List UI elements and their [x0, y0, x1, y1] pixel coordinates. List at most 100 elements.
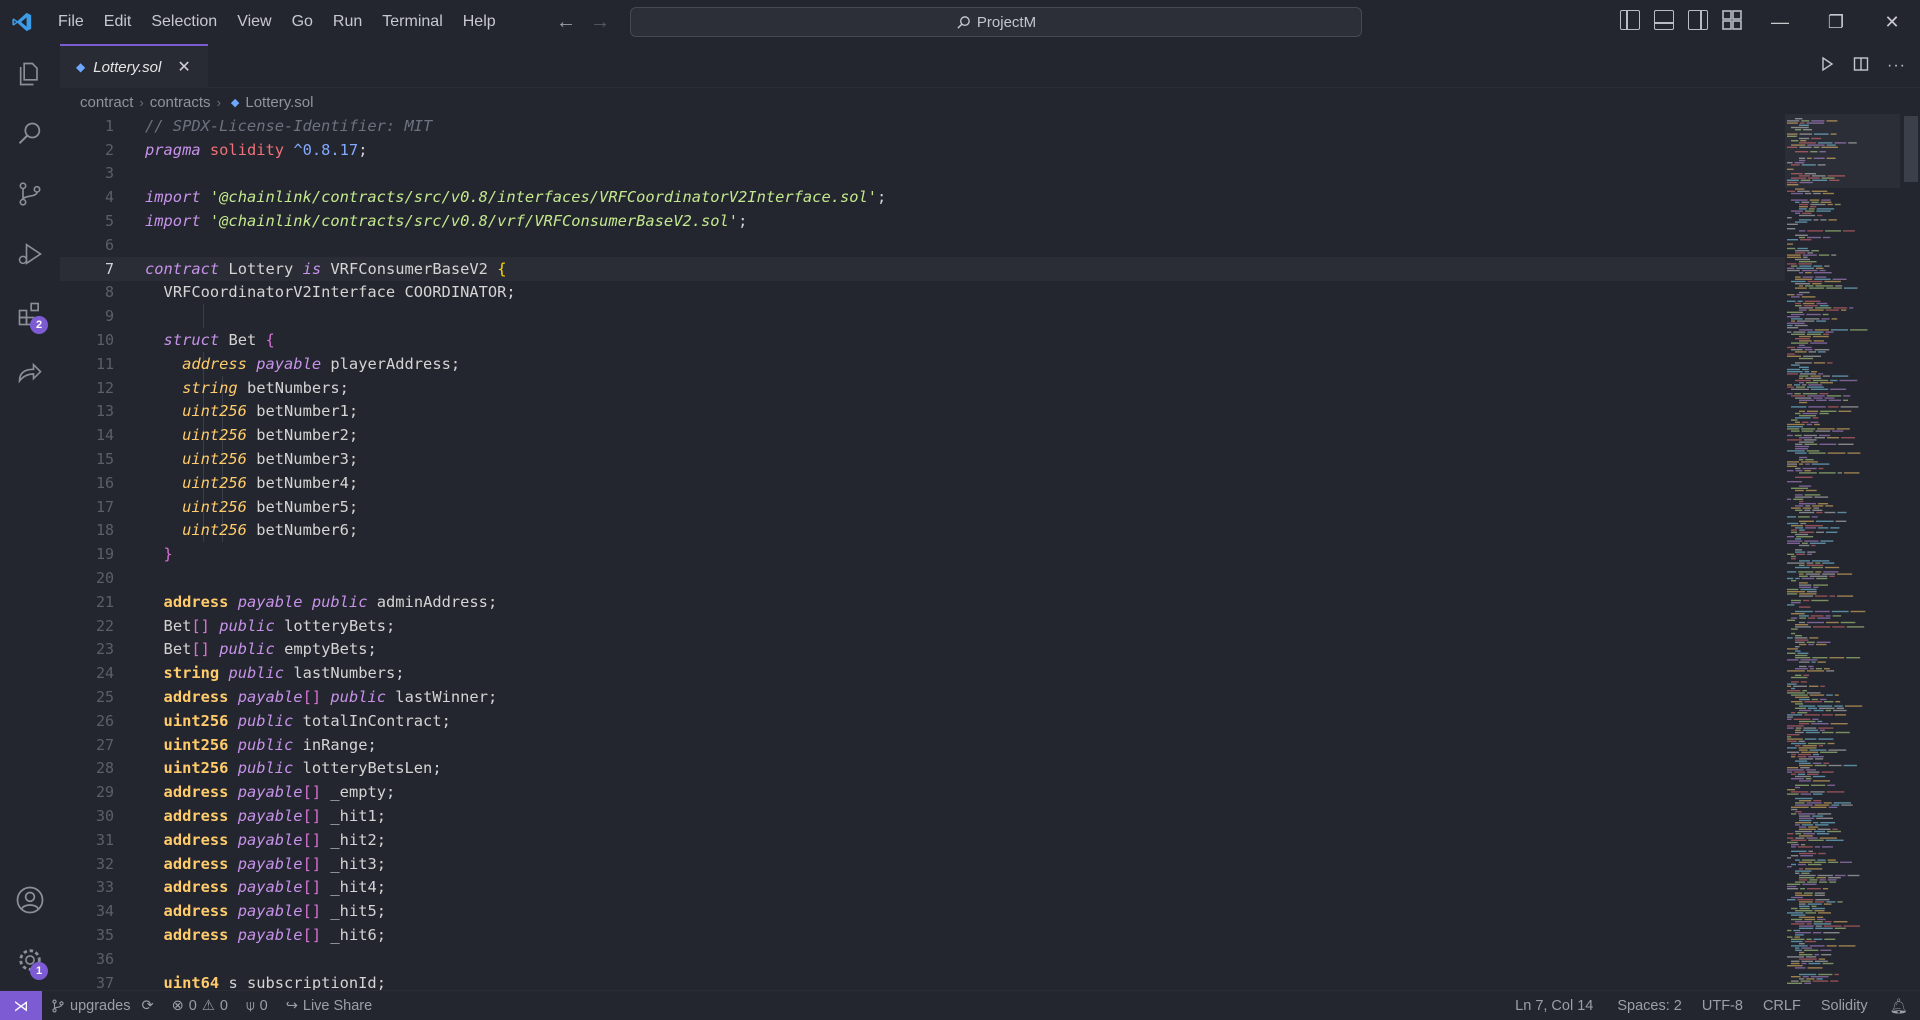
source-control-icon[interactable] [0, 164, 60, 224]
code-line[interactable]: 35 address payable[] _hit6; [60, 923, 1785, 947]
menu-view[interactable]: View [227, 0, 281, 44]
run-file-icon[interactable] [1819, 56, 1835, 77]
code-line[interactable]: 28 uint256 public lotteryBetsLen; [60, 757, 1785, 781]
code-line[interactable]: 20 [60, 566, 1785, 590]
code-line[interactable]: 11 address payable playerAddress; [60, 352, 1785, 376]
scrollbar-thumb[interactable] [1904, 116, 1918, 182]
restore-icon[interactable]: ❐ [1808, 0, 1864, 44]
code-line[interactable]: 15 uint256 betNumber3; [60, 447, 1785, 471]
indentation[interactable]: Spaces: 2 [1607, 998, 1692, 1014]
code-line[interactable]: 19 } [60, 542, 1785, 566]
menu-run[interactable]: Run [323, 0, 372, 44]
code-line[interactable]: 30 address payable[] _hit1; [60, 804, 1785, 828]
breadcrumb-contract[interactable]: contract [80, 94, 133, 111]
minimap-line [1799, 307, 1814, 309]
end-of-line[interactable]: CRLF [1753, 998, 1811, 1014]
minimap-line [1787, 322, 1805, 324]
minimap-line [1787, 883, 1801, 885]
menu-help[interactable]: Help [453, 0, 506, 44]
more-actions-icon[interactable]: ··· [1887, 57, 1906, 75]
sync-icon[interactable]: ⟳ [141, 998, 153, 1014]
minimap-line [1827, 203, 1833, 206]
run-debug-icon[interactable] [0, 224, 60, 284]
minimap-line [1799, 606, 1811, 608]
minimap-viewport[interactable] [1785, 114, 1900, 188]
code-editor[interactable]: 1 // SPDX-License-Identifier: MIT 2 pragma … [60, 114, 1785, 990]
menu-edit[interactable]: Edit [94, 0, 142, 44]
notifications-bell-icon[interactable]: 🔔︎ [1878, 998, 1920, 1015]
code-line[interactable]: 29 address payable[] _empty; [60, 780, 1785, 804]
code-line[interactable]: 23 Bet[] public emptyBets; [60, 638, 1785, 662]
toggle-panel-icon[interactable] [1654, 10, 1674, 30]
breadcrumb-file[interactable]: Lottery.sol [245, 94, 313, 111]
minimap-line [1795, 221, 1808, 223]
code-line[interactable]: 1 // SPDX-License-Identifier: MIT [60, 114, 1785, 138]
code-line[interactable]: 32 address payable[] _hit3; [60, 852, 1785, 876]
customize-layout-icon[interactable] [1722, 10, 1742, 30]
toggle-secondary-sidebar-icon[interactable] [1688, 10, 1708, 30]
code-line[interactable]: 9 [60, 304, 1785, 328]
code-line[interactable]: 8 VRFCoordinatorV2Interface COORDINATOR; [60, 281, 1785, 305]
settings-gear-icon[interactable]: 1 [0, 930, 60, 990]
split-editor-icon[interactable] [1853, 56, 1869, 77]
encoding[interactable]: UTF-8 [1692, 998, 1753, 1014]
breadcrumb-contracts[interactable]: contracts [150, 94, 211, 111]
code-line[interactable]: 13 uint256 betNumber1; [60, 400, 1785, 424]
line-number: 12 [95, 378, 114, 397]
code-line[interactable]: 16 uint256 betNumber4; [60, 471, 1785, 495]
remote-indicator-icon[interactable]: ⋊ [0, 990, 42, 1020]
minimap[interactable] [1785, 114, 1900, 990]
accounts-icon[interactable] [0, 870, 60, 930]
code-line[interactable]: 6 [60, 233, 1785, 257]
code-line[interactable]: 34 address payable[] _hit5; [60, 899, 1785, 923]
branch-indicator[interactable]: upgrades ⟳ [42, 998, 163, 1014]
code-line[interactable]: 12 string betNumbers; [60, 376, 1785, 400]
menu-selection[interactable]: Selection [141, 0, 227, 44]
code-line[interactable]: 5 import '@chainlink/contracts/src/v0.8/v… [60, 209, 1785, 233]
code-line[interactable]: 27 uint256 public inRange; [60, 733, 1785, 757]
cursor-position[interactable]: Ln 7, Col 14 [1501, 998, 1607, 1014]
code-line[interactable]: 2 pragma solidity ^0.8.17; [60, 138, 1785, 162]
search-view-icon[interactable] [0, 104, 60, 164]
minimap-line [1835, 285, 1843, 287]
back-arrow-icon[interactable]: ← [556, 11, 576, 34]
menu-go[interactable]: Go [282, 0, 323, 44]
code-line[interactable]: 14 uint256 betNumber2; [60, 423, 1785, 447]
code-line[interactable]: 7 contract Lottery is VRFConsumerBaseV2 { [60, 256, 1785, 281]
code-line[interactable]: 24 string public lastNumbers; [60, 661, 1785, 685]
problems-indicator[interactable]: ⊗ 0 ⚠ 0 [163, 998, 237, 1014]
live-share-status[interactable]: ↪ Live Share [277, 998, 381, 1014]
code-line[interactable]: 18 uint256 betNumber6; [60, 519, 1785, 543]
toggle-primary-sidebar-icon[interactable] [1620, 10, 1640, 30]
code-line[interactable]: 26 uint256 public totalInContract; [60, 709, 1785, 733]
code-line[interactable]: 10 struct Bet { [60, 328, 1785, 352]
vertical-scrollbar[interactable] [1900, 114, 1920, 990]
code-line[interactable]: 4 import '@chainlink/contracts/src/v0.8/i… [60, 185, 1785, 209]
ports-indicator[interactable]: ⍦ 0 [237, 998, 277, 1014]
minimap-line [1787, 716, 1793, 718]
code-line[interactable]: 36 [60, 947, 1785, 971]
minimap-line [1818, 745, 1824, 747]
code-line[interactable]: 3 [60, 162, 1785, 186]
minimap-line [1800, 888, 1806, 890]
close-tab-icon[interactable]: ✕ [177, 57, 190, 77]
language-mode[interactable]: Solidity [1811, 998, 1878, 1014]
code-line[interactable]: 37 uint64 s_subscriptionId; [60, 971, 1785, 990]
code-line[interactable]: 31 address payable[] _hit2; [60, 828, 1785, 852]
code-line[interactable]: 25 address payable[] public lastWinner; [60, 685, 1785, 709]
tab-lottery-sol[interactable]: ◆ Lottery.sol ✕ [60, 44, 208, 88]
code-line[interactable]: 17 uint256 betNumber5; [60, 495, 1785, 519]
code-line[interactable]: 33 address payable[] _hit4; [60, 876, 1785, 900]
forward-arrow-icon[interactable]: → [590, 11, 610, 34]
close-window-icon[interactable]: ✕ [1864, 0, 1920, 44]
minimap-line [1795, 811, 1802, 813]
code-line[interactable]: 21 address payable public adminAddress; [60, 590, 1785, 614]
live-share-icon[interactable] [0, 344, 60, 404]
explorer-icon[interactable] [0, 44, 60, 104]
menu-terminal[interactable]: Terminal [372, 0, 452, 44]
command-center-search[interactable]: ProjectM [630, 7, 1362, 37]
extensions-icon[interactable]: 2 [0, 284, 60, 344]
minimize-icon[interactable]: — [1752, 0, 1808, 44]
code-line[interactable]: 22 Bet[] public lotteryBets; [60, 614, 1785, 638]
menu-file[interactable]: File [48, 0, 94, 44]
